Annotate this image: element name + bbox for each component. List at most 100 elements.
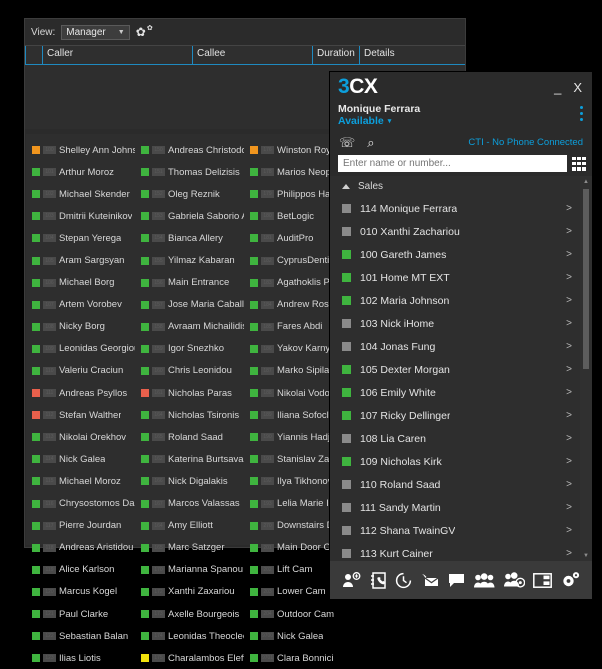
search-icon[interactable]: ⌕	[367, 136, 374, 149]
scroll-down-icon[interactable]: ▼	[580, 550, 592, 561]
contact-row[interactable]: 104Stepan Yerega	[26, 227, 135, 249]
contact-row[interactable]: 151Thomas Delizisis	[135, 161, 244, 183]
chevron-right-icon[interactable]: >	[566, 456, 572, 467]
chevron-right-icon[interactable]: >	[566, 341, 572, 352]
extension-row[interactable]: 107 Ricky Dellinger>	[330, 404, 580, 427]
contact-row[interactable]: 167Marcos Valassas	[135, 493, 244, 515]
contact-row[interactable]: 165Roland Saad	[135, 426, 244, 448]
extension-row[interactable]: 112 Shana TwainGV>	[330, 519, 580, 542]
add-contact-icon[interactable]	[342, 572, 361, 588]
chevron-right-icon[interactable]: >	[566, 249, 572, 260]
chevron-right-icon[interactable]: >	[566, 203, 572, 214]
groups-icon[interactable]	[504, 572, 525, 588]
voicemail-icon[interactable]	[421, 572, 440, 588]
contact-row[interactable]: 115Michael Moroz	[26, 470, 135, 492]
extension-row[interactable]: 103 Nick iHome>	[330, 312, 580, 335]
contact-row[interactable]: 105Aram Sargsyan	[26, 249, 135, 271]
contact-row[interactable]: 106Michael Borg	[26, 272, 135, 294]
extension-row[interactable]: 100 Gareth James>	[330, 243, 580, 266]
contact-row[interactable]: 122Sebastian Balan	[26, 625, 135, 647]
phone-icon[interactable]: ☏	[339, 136, 355, 149]
extension-row[interactable]: 105 Dexter Morgan>	[330, 358, 580, 381]
column-header-duration[interactable]: Duration	[312, 46, 359, 64]
chevron-right-icon[interactable]: >	[566, 387, 572, 398]
contact-row[interactable]: 110Valeriu Craciun	[26, 360, 135, 382]
user-status-select[interactable]: Available ▾	[338, 115, 584, 127]
contact-row[interactable]: 114Nick Galea	[26, 448, 135, 470]
contact-row[interactable]: 150Andreas Christodoul...	[135, 139, 244, 161]
search-input[interactable]	[338, 155, 567, 172]
contact-row[interactable]: 174Leonidas Theocleous	[135, 625, 244, 647]
contact-row[interactable]: 112Stefan Walther	[26, 404, 135, 426]
contact-row[interactable]: 155Yilmaz Kabaran	[135, 249, 244, 271]
contact-row[interactable]: 116Chrysostomos Daniel	[26, 493, 135, 515]
scrollbar-thumb[interactable]	[583, 189, 589, 369]
chevron-right-icon[interactable]: >	[566, 410, 572, 421]
contact-row[interactable]: 157Jose Maria Caballero	[135, 294, 244, 316]
contact-row[interactable]: 119Alice Karlson	[26, 559, 135, 581]
contact-row[interactable]: 166Nick Digalakis	[135, 470, 244, 492]
chevron-right-icon[interactable]: >	[566, 525, 572, 536]
contact-row[interactable]: 175Charalambos Elefthe...	[135, 647, 244, 669]
column-header-caller[interactable]: Caller	[42, 46, 192, 64]
gear-icon[interactable]: ✿✿	[136, 25, 152, 39]
extension-row[interactable]: 111 Sandy Martin>	[330, 496, 580, 519]
extension-row[interactable]: 108 Lia Caren>	[330, 427, 580, 450]
contact-row[interactable]: 173Axelle Bourgeois	[135, 603, 244, 625]
contact-row[interactable]: 109Leonidas Georgiou	[26, 338, 135, 360]
extension-row[interactable]: 102 Maria Johnson>	[330, 289, 580, 312]
chevron-right-icon[interactable]: >	[566, 226, 572, 237]
phonebook-icon[interactable]	[370, 572, 387, 589]
contact-row[interactable]: 100Shelley Ann Johnson	[26, 139, 135, 161]
contact-row[interactable]: 107Artem Vorobev	[26, 294, 135, 316]
extension-row[interactable]: 114 Monique Ferrara>	[330, 197, 580, 220]
contact-row[interactable]: 108Nicky Borg	[26, 316, 135, 338]
contact-row[interactable]: 164Amy Elliott	[135, 515, 244, 537]
contact-row[interactable]: 101Arthur Moroz	[26, 161, 135, 183]
extension-row[interactable]: 110 Roland Saad>	[330, 473, 580, 496]
settings-icon[interactable]	[561, 572, 580, 588]
contact-row[interactable]: 158Avraam Michailidis	[135, 316, 244, 338]
close-icon[interactable]: X	[573, 81, 582, 94]
contact-row[interactable]: 117Pierre Jourdan	[26, 515, 135, 537]
dialpad-icon[interactable]	[572, 157, 586, 171]
chevron-right-icon[interactable]: >	[566, 272, 572, 283]
chevron-right-icon[interactable]: >	[566, 295, 572, 306]
contact-row[interactable]: 154Bianca Allery	[135, 227, 244, 249]
chevron-right-icon[interactable]: >	[566, 548, 572, 559]
contact-row[interactable]: 152Oleg Reznik	[135, 183, 244, 205]
column-header-details[interactable]: Details	[359, 46, 465, 64]
contact-row[interactable]: 165Marc Satzger	[135, 537, 244, 559]
group-header-sales[interactable]: Sales	[330, 176, 580, 197]
contact-row[interactable]: 118Andreas Aristidou	[26, 537, 135, 559]
chevron-right-icon[interactable]: >	[566, 433, 572, 444]
extension-row[interactable]: 113 Kurt Cainer>	[330, 542, 580, 561]
contact-row[interactable]: 160Chris Leonidou	[135, 360, 244, 382]
extensions-scrollbar[interactable]: ▲ ▼	[580, 176, 592, 561]
view-select[interactable]: Manager ▼	[61, 25, 129, 40]
scroll-up-icon[interactable]: ▲	[580, 176, 592, 187]
contact-row[interactable]: 170Marianna Spanou	[135, 559, 244, 581]
contact-row[interactable]: 111Andreas Psyllos	[26, 382, 135, 404]
contact-row[interactable]: 204Outdoor Cam	[244, 603, 353, 625]
chevron-right-icon[interactable]: >	[566, 364, 572, 375]
contact-row[interactable]: 121Paul Clarke	[26, 603, 135, 625]
contact-row[interactable]: 113Nikolai Orekhov	[26, 426, 135, 448]
chevron-right-icon[interactable]: >	[566, 479, 572, 490]
contact-row[interactable]: 161Nicholas Paras	[135, 382, 244, 404]
panel-layout-icon[interactable]	[533, 573, 552, 588]
contact-row[interactable]: 162Katerina Burtsava	[135, 448, 244, 470]
conference-icon[interactable]	[474, 573, 495, 588]
extension-row[interactable]: 109 Nicholas Kirk>	[330, 450, 580, 473]
contact-row[interactable]: 164Nicholas Tsironis	[135, 404, 244, 426]
minimize-icon[interactable]: _	[554, 81, 561, 94]
contact-row[interactable]: 159Igor Snezhko	[135, 338, 244, 360]
contact-row[interactable]: 9701Clara Bonnici	[244, 647, 353, 669]
call-history-icon[interactable]	[395, 572, 412, 589]
extension-row[interactable]: 010 Xanthi Zachariou>	[330, 220, 580, 243]
chevron-right-icon[interactable]: >	[566, 318, 572, 329]
chevron-right-icon[interactable]: >	[566, 502, 572, 513]
chat-icon[interactable]	[448, 573, 465, 588]
overflow-menu-icon[interactable]	[580, 106, 583, 121]
column-header-callee[interactable]: Callee	[192, 46, 312, 64]
